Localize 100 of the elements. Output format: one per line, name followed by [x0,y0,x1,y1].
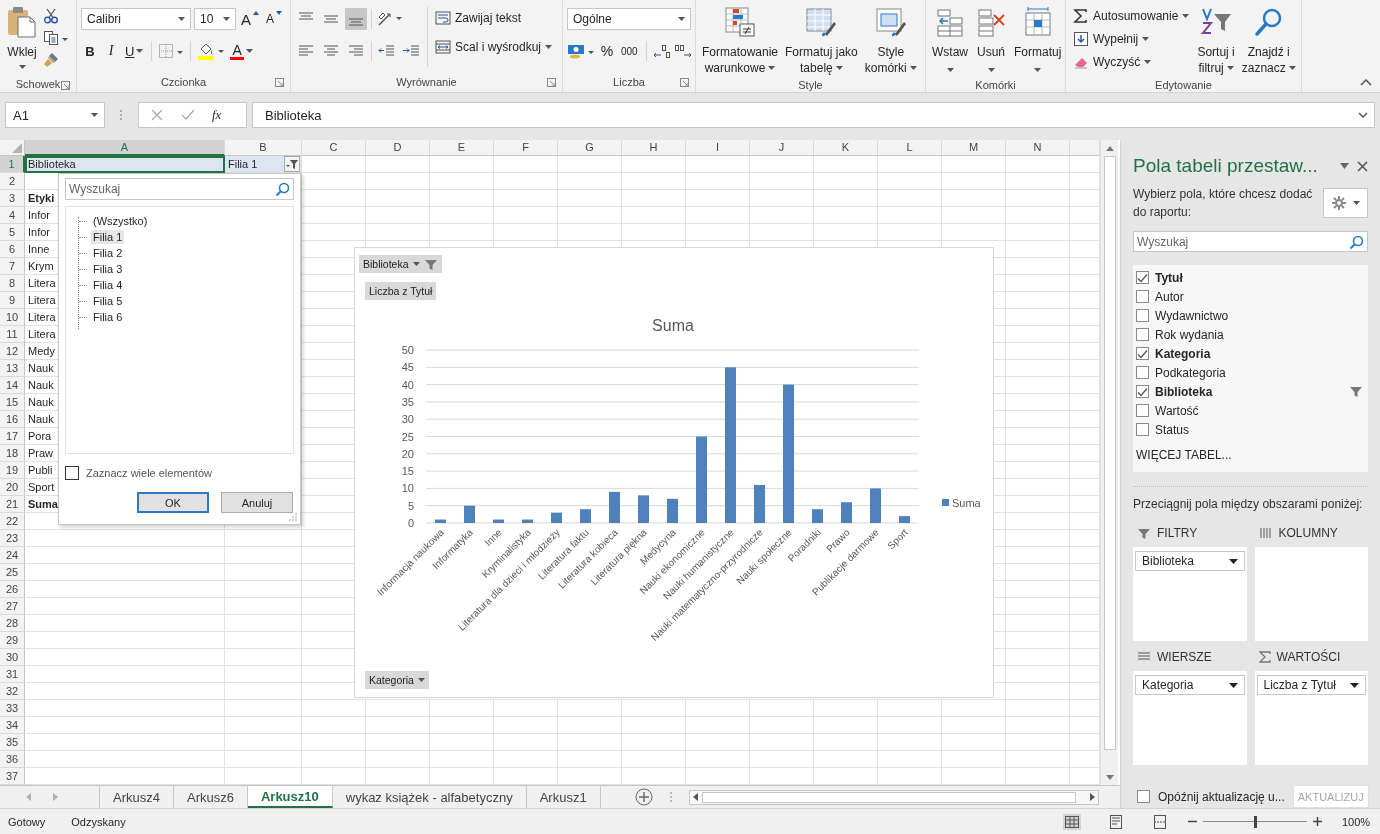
column-header[interactable]: J [750,140,814,156]
row-header[interactable]: 5 [0,224,25,241]
format-as-table-button[interactable]: Formatuj jako tabelę [783,5,860,77]
field-label[interactable]: Tytuł [1155,270,1365,285]
checkbox[interactable] [1136,347,1149,360]
check-icon[interactable] [181,108,195,122]
defer-label[interactable]: Opóźnij aktualizację u... [1158,789,1285,804]
autosum-button[interactable]: Autosumowanie [1070,5,1193,26]
checkbox-label[interactable]: Zaznacz wiele elementów [86,467,212,479]
field-label[interactable]: Rok wydania [1155,327,1365,342]
row-header[interactable]: 12 [0,343,25,360]
slider-thumb[interactable] [1254,815,1257,828]
row-header[interactable]: 33 [0,700,25,717]
decrease-decimal-icon[interactable] [673,43,692,59]
field-label[interactable]: Wartość [1155,403,1365,418]
cell-styles-button[interactable]: Style komórki [862,5,919,77]
normal-view-icon[interactable] [1063,813,1081,830]
dialog-launcher-icon[interactable] [61,81,70,90]
field-label[interactable]: Biblioteka [1155,384,1343,399]
search-field[interactable]: Wyszukaj [1133,231,1368,252]
column-header[interactable]: N [1006,140,1070,156]
font-size-dropdown[interactable]: 10 [194,8,236,30]
filter-dropdown-icon[interactable] [284,156,300,172]
column-header[interactable]: A [25,140,225,156]
checkbox[interactable] [1136,271,1149,284]
scroll-down-icon[interactable] [1105,775,1114,780]
scroll-right-icon[interactable] [1089,793,1095,801]
font-color-button[interactable]: A [228,40,255,62]
search-field[interactable]: Wyszukaj [65,178,294,200]
row-header[interactable]: 20 [0,479,25,496]
plus-icon[interactable] [1313,817,1322,826]
dialog-launcher-icon[interactable] [275,78,284,87]
row-header[interactable]: 37 [0,768,25,785]
row-header[interactable]: 34 [0,717,25,734]
field-label[interactable]: Kategoria [1155,346,1365,361]
dialog-button[interactable]: Anuluj [221,492,293,513]
percent-button[interactable]: % [598,40,616,62]
conditional-formatting-button[interactable]: Formatowanie warunkowe [700,5,781,77]
wrap-text-button[interactable]: Zawijaj tekst [432,7,556,28]
format-button[interactable]: Formatuj [1012,5,1064,78]
scroll-thumb[interactable] [701,791,1076,803]
collapse-ribbon-icon[interactable] [1360,79,1372,86]
resize-grip-icon[interactable] [289,513,297,521]
insert-function-button[interactable]: fx [212,107,222,123]
field-chip[interactable]: Biblioteka [1135,551,1245,571]
copy-icon[interactable] [43,30,69,46]
dialog-launcher-icon[interactable] [547,78,556,87]
row-header[interactable]: 21 [0,496,25,513]
field-filter-button[interactable]: Biblioteka [359,255,442,273]
column-header[interactable]: M [942,140,1006,156]
row-header[interactable]: 31 [0,666,25,683]
scroll-up-icon[interactable] [1105,146,1114,151]
row-header[interactable]: 18 [0,445,25,462]
add-sheet-icon[interactable] [634,788,653,806]
thousands-button[interactable]: 000 [619,40,640,62]
scissors-icon[interactable] [43,8,59,24]
row-header[interactable]: 27 [0,598,25,615]
field-label[interactable]: Autor [1155,289,1365,304]
name-box[interactable]: A1 [5,102,105,128]
row-header[interactable]: 22 [0,513,25,530]
sort-filter-button[interactable]: Sortuj i filtruj [1195,5,1237,77]
delete-button[interactable]: Usuń [973,5,1009,78]
row-header[interactable]: 26 [0,581,25,598]
select-all-icon[interactable] [12,143,22,153]
list-item[interactable]: Filia 2 [91,246,125,260]
column-header[interactable]: G [558,140,622,156]
checkbox[interactable] [1136,309,1149,322]
list-item[interactable]: Filia 5 [91,294,125,308]
column-header[interactable]: C [302,140,366,156]
row-header[interactable]: 32 [0,683,25,700]
checkbox[interactable] [1136,366,1149,379]
formula-field[interactable]: Biblioteka [252,102,1375,128]
row-header[interactable]: 7 [0,258,25,275]
format-painter-icon[interactable] [43,52,59,68]
sheet-tab[interactable]: Arkusz10 [247,786,333,808]
fill-button[interactable]: Wypełnij [1070,28,1193,49]
scroll-thumb[interactable] [1103,156,1116,750]
borders-icon[interactable] [158,43,185,59]
row-header[interactable]: 8 [0,275,25,292]
checkbox[interactable] [1136,328,1149,341]
row-header[interactable]: 17 [0,428,25,445]
row-header[interactable]: 15 [0,394,25,411]
dialog-button[interactable]: OK [137,492,209,513]
field-label[interactable]: Status [1155,422,1365,437]
column-header[interactable]: F [494,140,558,156]
row-header[interactable]: 10 [0,309,25,326]
number-format-dropdown[interactable]: Ogólne [567,8,691,30]
checkbox[interactable] [65,466,79,480]
row-header[interactable]: 36 [0,751,25,768]
checkbox[interactable] [1136,423,1149,436]
field-button[interactable]: Liczba z Tytuł [365,282,437,300]
vertical-scrollbar[interactable] [1100,140,1118,785]
checkbox[interactable] [1136,404,1149,417]
font-dropdown[interactable]: Calibri [81,8,191,30]
row-header[interactable]: 29 [0,632,25,649]
italic-button[interactable]: I [102,40,120,62]
field-chip[interactable]: Kategoria [1135,675,1245,695]
column-header[interactable]: D [366,140,430,156]
bold-button[interactable]: B [81,40,99,62]
row-header[interactable]: 19 [0,462,25,479]
